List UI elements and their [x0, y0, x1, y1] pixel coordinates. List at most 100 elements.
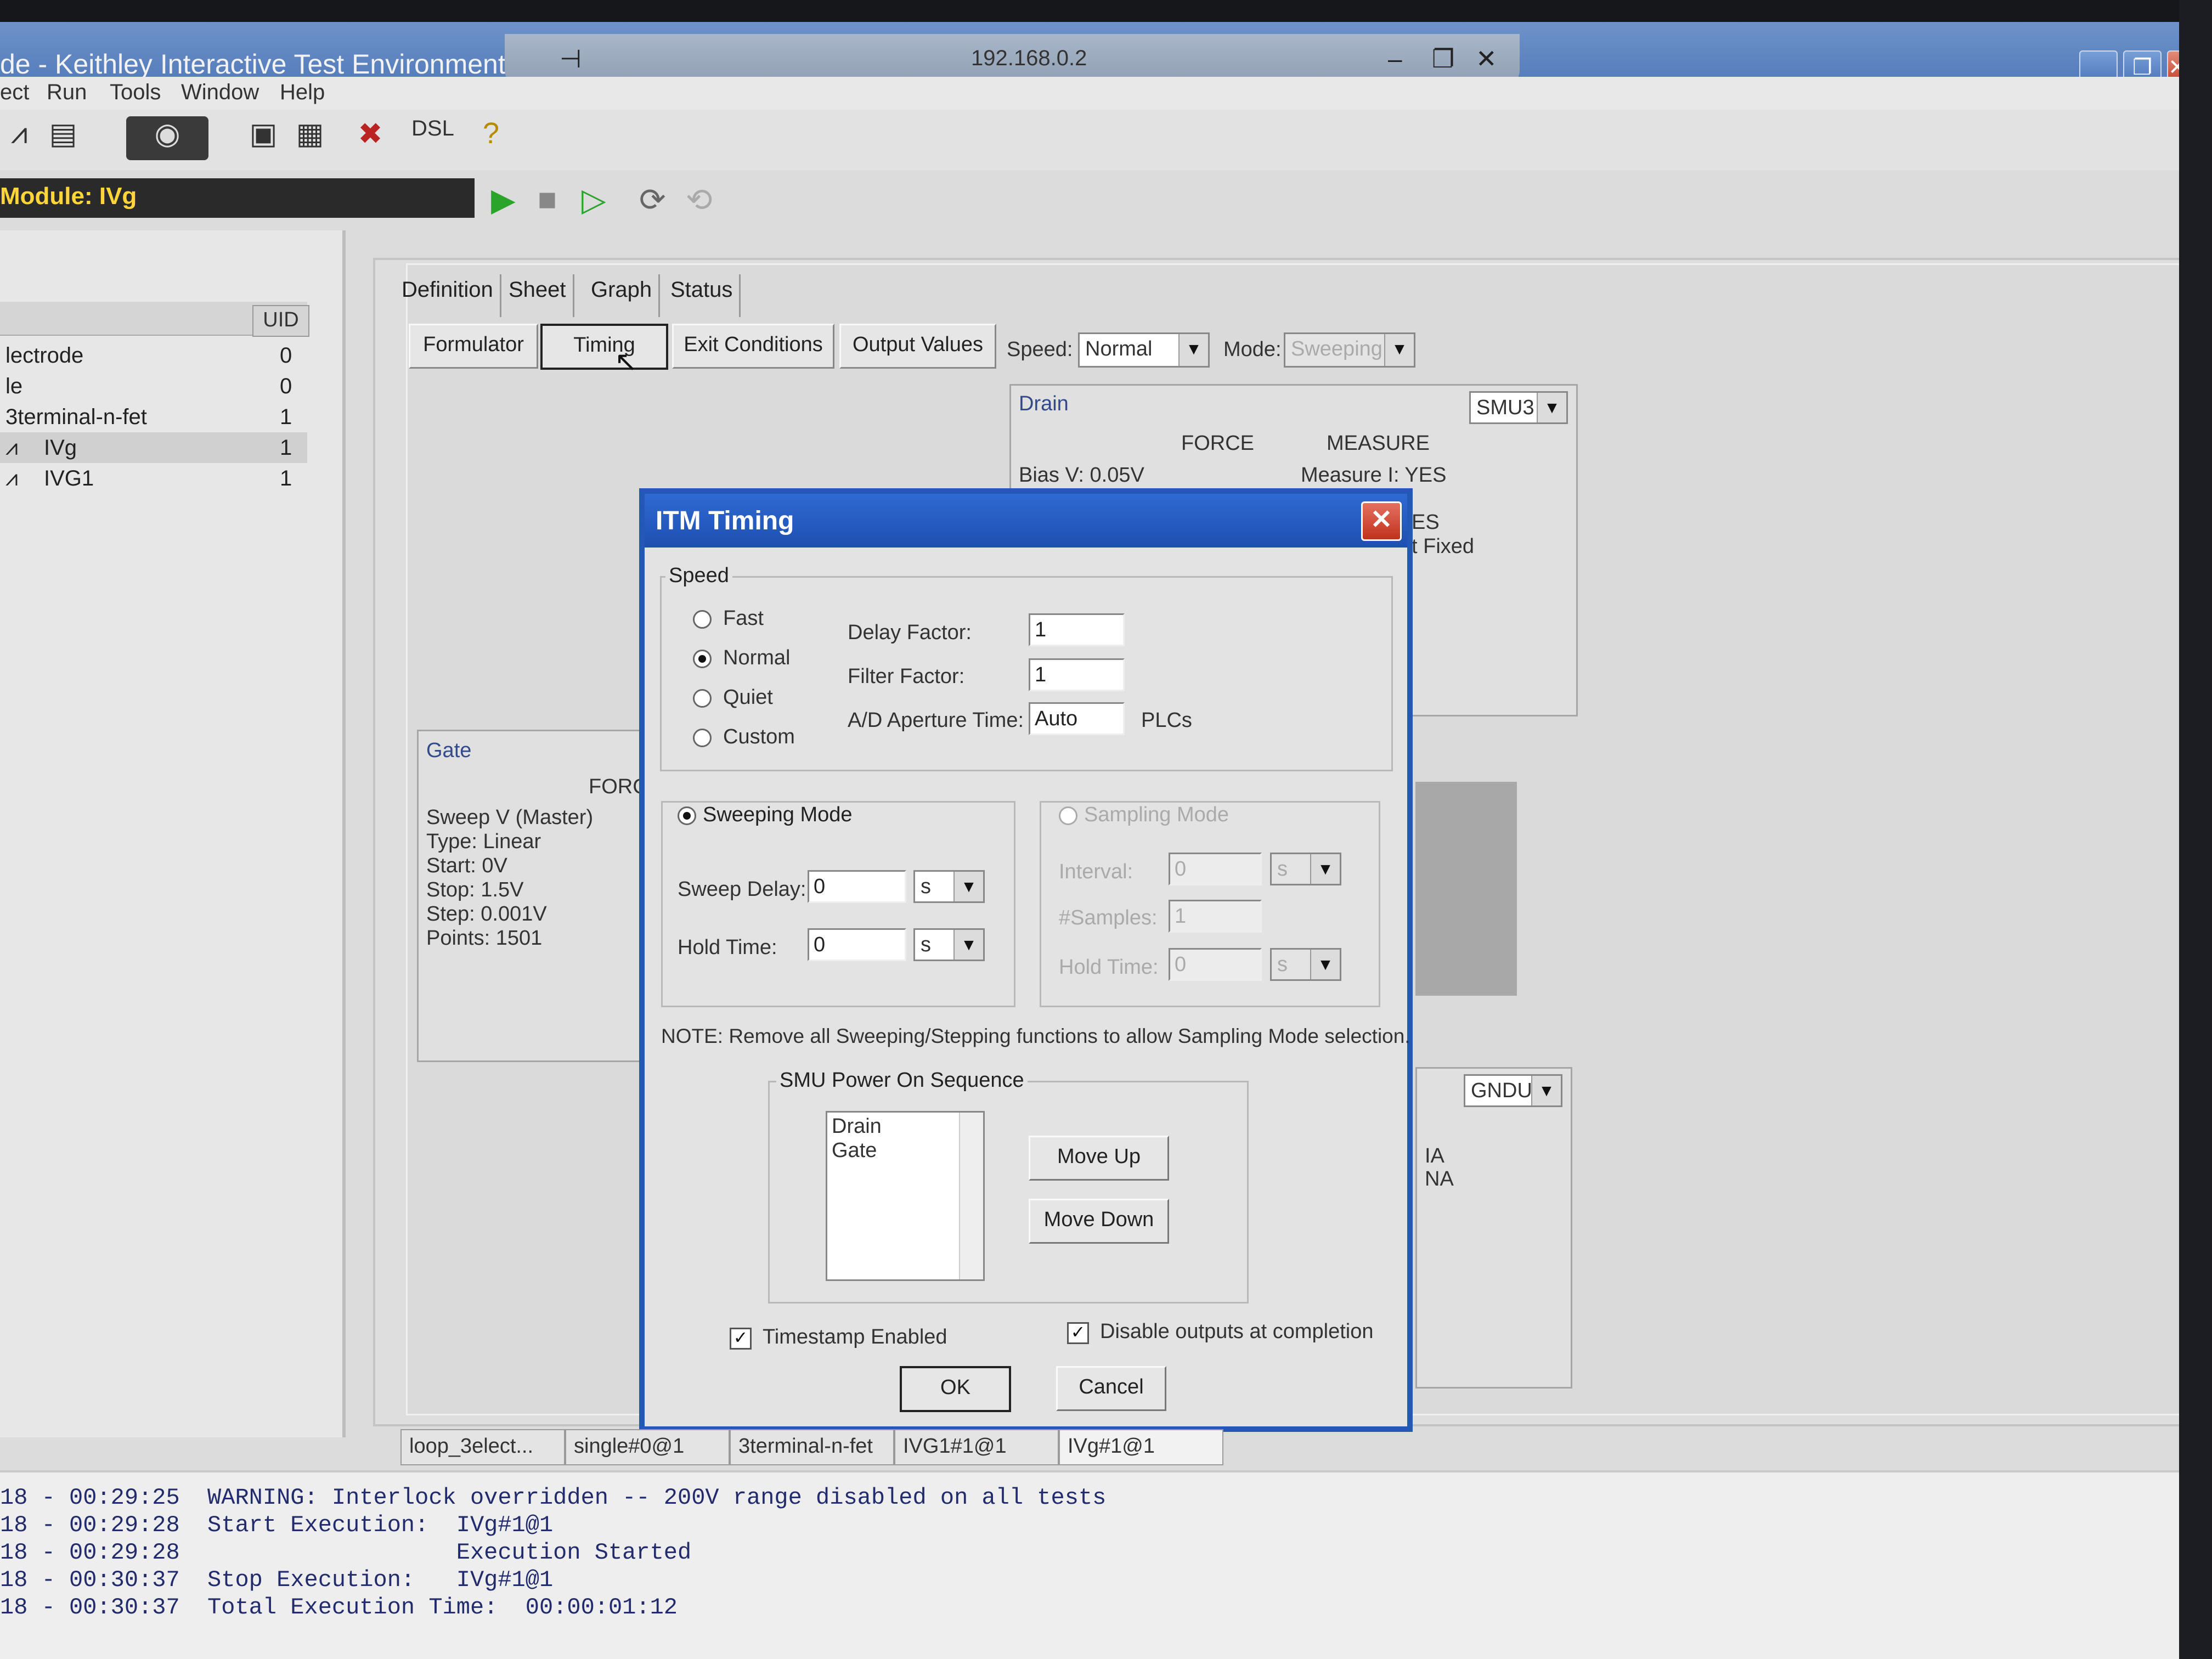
- samples-field[interactable]: 1: [1169, 900, 1262, 933]
- delay-factor-label: Delay Factor:: [848, 621, 972, 644]
- list-item[interactable]: le 0: [0, 371, 307, 402]
- dsl-icon[interactable]: DSL: [411, 116, 454, 160]
- samples-label: #Samples:: [1059, 906, 1158, 929]
- list-item[interactable]: 3terminal-n-fet 1: [0, 402, 307, 432]
- menu-item-window[interactable]: Window: [181, 80, 259, 105]
- menu-item-help[interactable]: Help: [280, 80, 325, 105]
- hold-time-unit-select[interactable]: s ▼: [913, 928, 985, 961]
- menu-item-project[interactable]: ect: [0, 80, 29, 105]
- exit-conditions-button[interactable]: Exit Conditions: [672, 324, 834, 369]
- graph-placeholder: [1415, 782, 1517, 996]
- drain-smu-select[interactable]: SMU3 ▼: [1469, 391, 1568, 424]
- uid-column-header[interactable]: UID: [252, 305, 309, 337]
- dialog-close-button[interactable]: ✕: [1361, 501, 1402, 541]
- itm-timing-dialog: ITM Timing ✕ Speed Fast Normal Quiet Cus…: [639, 488, 1413, 1432]
- gndu-line: IA: [1425, 1144, 1444, 1167]
- doc-tab[interactable]: loop_3elect...: [400, 1429, 565, 1465]
- delete-icon[interactable]: ✖: [351, 116, 390, 160]
- sampling-hold-time-field[interactable]: 0: [1169, 948, 1262, 981]
- chevron-down-icon: ▼: [1310, 950, 1340, 979]
- sampling-mode-label: Sampling Mode: [1081, 803, 1233, 827]
- move-down-button[interactable]: Move Down: [1029, 1199, 1169, 1244]
- sweep-delay-field[interactable]: 0: [808, 870, 906, 903]
- list-item-selected[interactable]: IVg 1 ⩘: [0, 432, 307, 463]
- pin-icon[interactable]: ⊣: [560, 44, 582, 74]
- document-icon[interactable]: ▤: [44, 116, 82, 160]
- radio-quiet[interactable]: [693, 689, 712, 708]
- list-item[interactable]: IVG1 1 ⩘: [0, 463, 307, 494]
- sweeping-mode-label: Sweeping Mode: [699, 803, 856, 827]
- radio-normal[interactable]: [693, 650, 712, 668]
- sweep-delay-unit-select[interactable]: s ▼: [913, 870, 985, 903]
- menu-bar: ect Run Tools Window Help: [0, 77, 2183, 110]
- radio-fast[interactable]: [693, 610, 712, 629]
- doc-tab[interactable]: 3terminal-n-fet: [730, 1429, 894, 1465]
- tab-graph[interactable]: Graph: [584, 274, 661, 317]
- tab-definition[interactable]: Definition: [395, 274, 501, 317]
- run-step-icon[interactable]: ▷: [582, 181, 606, 218]
- delay-factor-field[interactable]: 1: [1029, 613, 1125, 646]
- rdp-minimize-icon[interactable]: ‒: [1388, 44, 1402, 74]
- disable-outputs-checkbox[interactable]: ✓: [1067, 1322, 1089, 1344]
- doc-tab-active[interactable]: IVg#1@1: [1059, 1429, 1223, 1465]
- hold-time-field[interactable]: 0: [808, 928, 906, 961]
- ok-button[interactable]: OK: [900, 1366, 1011, 1412]
- list-scrollbar[interactable]: [959, 1113, 983, 1279]
- project-navigator: UID lectrode 0 le 0 3terminal-n-fet 1 IV…: [0, 230, 346, 1437]
- list-item[interactable]: Gate: [832, 1139, 877, 1163]
- filter-factor-label: Filter Factor:: [848, 665, 965, 688]
- gndu-terminal-panel[interactable]: GNDU ▼ IA NA: [1415, 1067, 1572, 1389]
- radio-custom[interactable]: [693, 729, 712, 747]
- list-item[interactable]: Drain: [832, 1115, 882, 1138]
- power-sequence-list[interactable]: Drain Gate: [826, 1111, 985, 1281]
- speed-select[interactable]: Normal ▼: [1078, 332, 1210, 368]
- save-all-icon[interactable]: ▦: [291, 116, 329, 160]
- force-header: FORCE: [1181, 432, 1254, 455]
- speed-label: Speed:: [1007, 338, 1073, 361]
- repeat-icon[interactable]: ⟳: [639, 181, 666, 218]
- graph-icon[interactable]: ⩘: [0, 116, 38, 160]
- rdp-restore-icon[interactable]: ❐: [1432, 44, 1454, 74]
- cancel-button[interactable]: Cancel: [1056, 1366, 1166, 1411]
- module-label: Module: IVg: [0, 178, 475, 218]
- menu-item-run[interactable]: Run: [47, 80, 87, 105]
- interval-unit-select[interactable]: s ▼: [1270, 853, 1341, 885]
- list-item[interactable]: lectrode 0: [0, 340, 307, 371]
- timestamp-checkbox[interactable]: ✓: [730, 1328, 752, 1350]
- interval-label: Interval:: [1059, 860, 1133, 883]
- rdp-close-icon[interactable]: ✕: [1476, 44, 1497, 74]
- power-sequence-title: SMU Power On Sequence: [776, 1069, 1028, 1092]
- document-tabs: loop_3elect... single#0@1 3terminal-n-fe…: [384, 1429, 1372, 1468]
- menu-item-tools[interactable]: Tools: [110, 80, 161, 105]
- gndu-select[interactable]: GNDU ▼: [1464, 1074, 1562, 1107]
- doc-tab[interactable]: single#0@1: [565, 1429, 730, 1465]
- remote-host: 192.168.0.2: [971, 46, 1087, 70]
- project-view-icon[interactable]: ◉: [126, 116, 208, 160]
- help-icon[interactable]: ?: [472, 116, 510, 160]
- sampling-note: NOTE: Remove all Sweeping/Stepping funct…: [661, 1025, 1410, 1047]
- run-icon[interactable]: ▶: [491, 181, 516, 218]
- filter-factor-field[interactable]: 1: [1029, 658, 1125, 691]
- radio-sampling-mode[interactable]: [1059, 806, 1077, 825]
- timing-button[interactable]: Timing: [540, 324, 668, 370]
- stop-icon[interactable]: ■: [538, 181, 557, 218]
- chevron-down-icon: ▼: [953, 872, 983, 901]
- chevron-down-icon: ▼: [953, 930, 983, 960]
- gate-title: Gate: [426, 739, 472, 762]
- tab-status[interactable]: Status: [664, 274, 741, 317]
- save-icon[interactable]: ▣: [244, 116, 283, 160]
- mode-select[interactable]: Sweeping ▼: [1284, 332, 1415, 368]
- radio-sweeping-mode[interactable]: [678, 806, 696, 825]
- gndu-line: NA: [1425, 1167, 1454, 1190]
- sampling-hold-time-label: Hold Time:: [1059, 956, 1159, 979]
- output-values-button[interactable]: Output Values: [839, 324, 996, 369]
- aperture-field[interactable]: Auto: [1029, 702, 1125, 735]
- sampling-hold-unit-select[interactable]: s ▼: [1270, 948, 1341, 981]
- append-icon[interactable]: ⟲: [686, 181, 713, 218]
- formulator-button[interactable]: Formulator: [409, 324, 538, 369]
- doc-tab[interactable]: IVG1#1@1: [894, 1429, 1059, 1465]
- move-up-button[interactable]: Move Up: [1029, 1136, 1169, 1181]
- tab-sheet[interactable]: Sheet: [502, 274, 574, 317]
- drain-title: Drain: [1019, 392, 1069, 415]
- interval-field[interactable]: 0: [1169, 853, 1262, 885]
